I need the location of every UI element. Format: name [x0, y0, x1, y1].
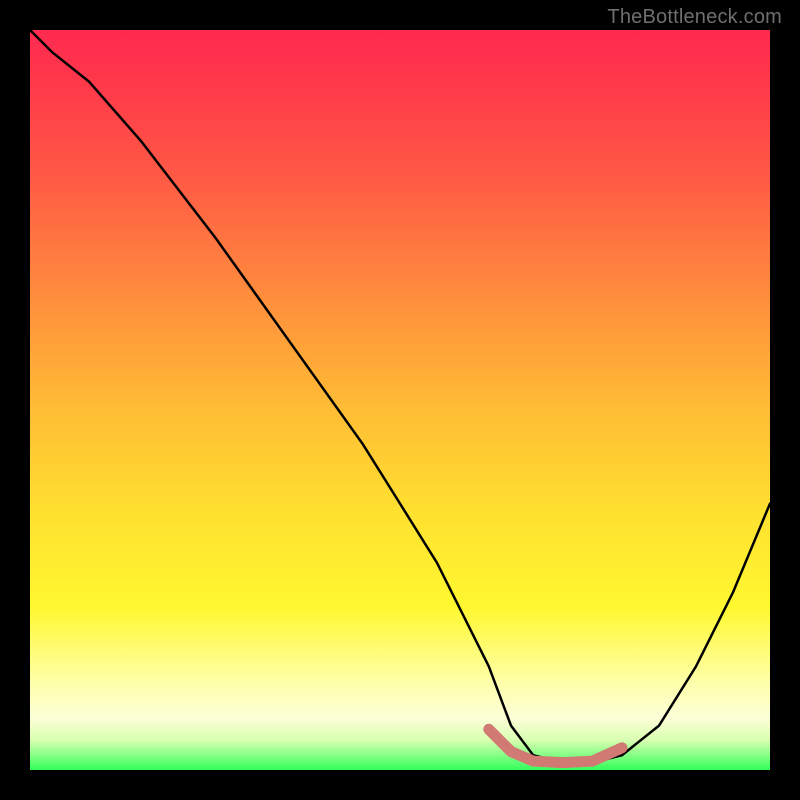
- optimal-range-highlight-path: [489, 729, 622, 762]
- chart-plot-area: [30, 30, 770, 770]
- watermark-text: TheBottleneck.com: [607, 6, 782, 29]
- chart-svg: [30, 30, 770, 770]
- bottleneck-curve-path: [30, 30, 770, 763]
